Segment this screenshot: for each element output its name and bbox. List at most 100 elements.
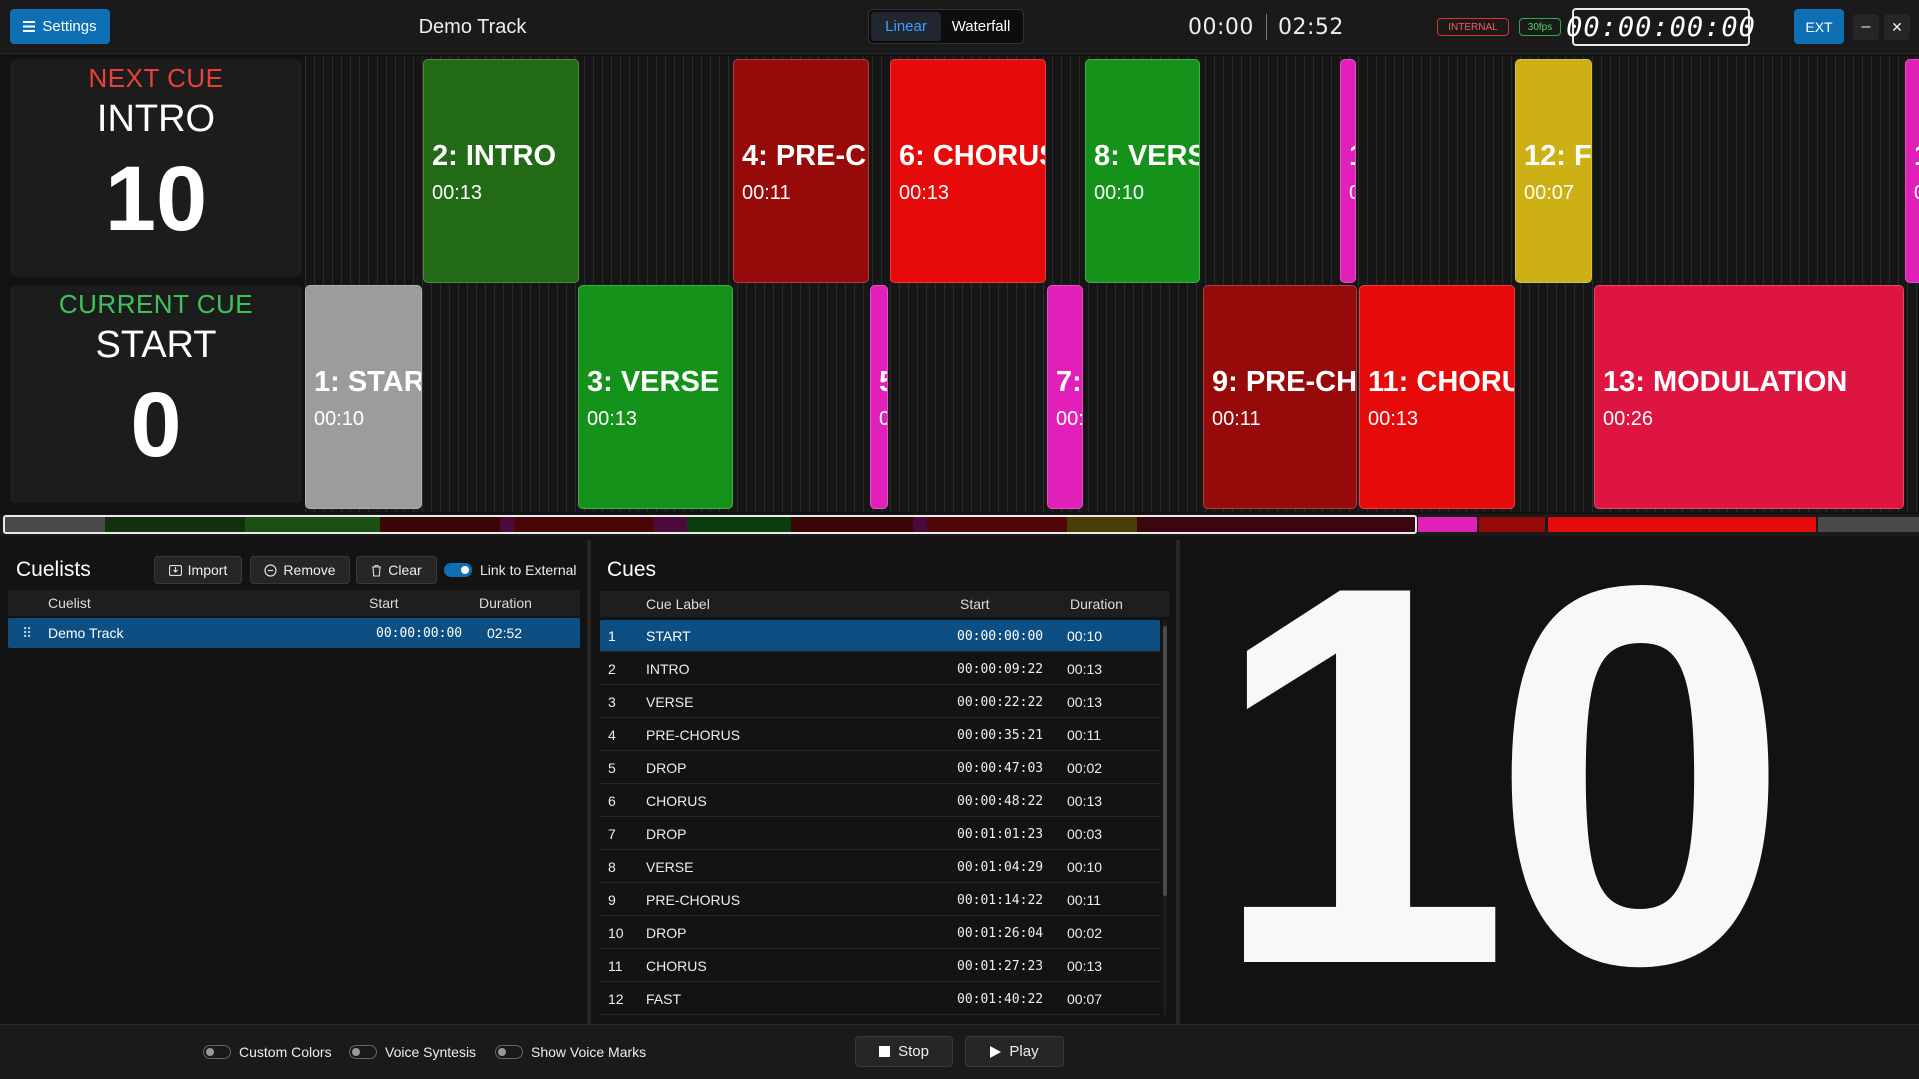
current-cue-name: START xyxy=(95,324,217,366)
timeline-cue-duration: 00:10 xyxy=(1094,182,1145,204)
timeline-cue-block[interactable]: 8: VERSE 00:10 xyxy=(1085,59,1200,283)
cue-row[interactable]: 7 DROP 00:01:01:23 00:03 xyxy=(600,818,1160,850)
stop-icon xyxy=(879,1046,891,1057)
timeline-cue-title: 6: CHORUS xyxy=(899,140,1046,172)
timeline-cue-block[interactable]: 10: DROP 00:02 xyxy=(1340,59,1356,283)
remove-circle-icon xyxy=(264,563,278,577)
timeline-cue-duration: 00:10 xyxy=(314,408,365,430)
link-toggle-switch[interactable] xyxy=(444,563,472,577)
next-cue-label: NEXT CUE xyxy=(88,63,224,93)
cue-duration: 00:13 xyxy=(1067,958,1103,974)
close-button[interactable]: ✕ xyxy=(1884,14,1910,40)
cue-row[interactable]: 9 PRE-CHORUS 00:01:14:22 00:11 xyxy=(600,884,1160,916)
timeline-cue-block[interactable]: 4: PRE-CHORUS 00:11 xyxy=(733,59,869,283)
top-bar: Settings Demo Track Linear Waterfall 00:… xyxy=(0,0,1919,54)
cue-start: 00:01:14:22 xyxy=(957,892,1044,908)
total-time: 02:52 xyxy=(1278,14,1344,40)
show-voice-marks-toggle[interactable]: Show Voice Marks xyxy=(495,1041,646,1063)
cues-table-header: Cue Label Start Duration xyxy=(600,591,1170,617)
timeline-cue-title: 9: PRE-CHORUS xyxy=(1212,366,1357,398)
cue-duration: 00:10 xyxy=(1067,859,1103,875)
cue-row[interactable]: 4 PRE-CHORUS 00:00:35:21 00:11 xyxy=(600,719,1160,751)
cue-row[interactable]: 2 INTRO 00:00:09:22 00:13 xyxy=(600,653,1160,685)
timeline-cue-block[interactable]: 1: START 00:10 xyxy=(305,285,422,509)
stop-button[interactable]: Stop xyxy=(855,1036,953,1067)
custom-colors-toggle[interactable]: Custom Colors xyxy=(203,1041,332,1063)
cue-label: DROP xyxy=(646,925,687,941)
view-mode-switch: Linear Waterfall xyxy=(868,9,1024,44)
timecode-display: 00:00:00:00 xyxy=(1566,8,1755,46)
cue-start: 00:00:09:22 xyxy=(957,661,1044,677)
play-icon xyxy=(990,1045,1002,1058)
cue-row[interactable]: 6 CHORUS 00:00:48:22 00:13 xyxy=(600,785,1160,817)
cue-label: VERSE xyxy=(646,694,694,710)
current-cue-label: CURRENT CUE xyxy=(58,289,254,319)
cue-duration: 00:13 xyxy=(1067,661,1103,677)
fps-badge[interactable]: 30fps xyxy=(1519,18,1561,36)
next-cue-countdown: 10 xyxy=(104,148,208,250)
cue-row[interactable]: 1 START 00:00:00:00 00:10 xyxy=(600,620,1160,652)
timeline-cue-block[interactable]: 6: CHORUS 00:13 xyxy=(890,59,1046,283)
cue-duration: 00:11 xyxy=(1067,727,1101,743)
timeline-cue-title: 8: VERSE xyxy=(1094,140,1199,172)
minimize-button[interactable]: – xyxy=(1853,14,1879,40)
timeline[interactable]: 2: INTRO 00:13 4: PRE-CHORUS 00:11 6: CHORUS… xyxy=(305,56,1919,512)
timeline-cue-duration: 00:07 xyxy=(1524,182,1575,204)
clear-button[interactable]: Clear xyxy=(356,556,437,584)
cue-number: 12 xyxy=(608,991,624,1007)
cue-start: 00:01:26:04 xyxy=(957,925,1044,941)
cuelist-row[interactable]: ⠿ Demo Track 00:00:00:00 02:52 xyxy=(8,618,580,648)
link-to-external-toggle[interactable]: Link to External xyxy=(444,556,577,584)
mode-waterfall-button[interactable]: Waterfall xyxy=(941,12,1021,41)
source-badge[interactable]: INTERNAL xyxy=(1437,18,1509,36)
timeline-cue-block[interactable]: 3: VERSE 00:13 xyxy=(578,285,733,509)
track-title: Demo Track xyxy=(418,15,527,38)
remove-button[interactable]: Remove xyxy=(250,556,350,584)
cue-label: VERSE xyxy=(646,859,694,875)
minimap-segment xyxy=(1818,517,1919,532)
timeline-cue-title: 4: PRE-CHORUS xyxy=(742,140,868,172)
cue-row[interactable]: 3 VERSE 00:00:22:22 00:13 xyxy=(600,686,1160,718)
clear-label: Clear xyxy=(388,562,422,578)
cue-row[interactable]: 8 VERSE 00:01:04:29 00:10 xyxy=(600,851,1160,883)
timeline-cue-title: 7: DROP xyxy=(1056,366,1082,398)
hamburger-menu-icon xyxy=(23,21,36,32)
cue-row[interactable]: 11 CHORUS 00:01:27:23 00:13 xyxy=(600,950,1160,982)
cue-number: 1 xyxy=(608,628,616,644)
timeline-cue-block[interactable]: 5: DROP 00:02 xyxy=(870,285,888,509)
current-cue-panel: CURRENT CUE START 0 xyxy=(10,285,302,503)
cues-scrollbar-thumb[interactable] xyxy=(1163,626,1167,896)
ext-button[interactable]: EXT xyxy=(1794,9,1844,44)
timeline-cue-block[interactable]: 12: FAST 00:07 xyxy=(1515,59,1592,283)
cue-number: 9 xyxy=(608,892,616,908)
big-countdown-number: 10 xyxy=(1210,474,1791,1077)
cue-duration: 00:13 xyxy=(1067,694,1103,710)
stop-label: Stop xyxy=(898,1043,929,1060)
timeline-cue-block[interactable]: 7: DROP 00:03 xyxy=(1047,285,1083,509)
mode-linear-button[interactable]: Linear xyxy=(871,12,941,41)
cue-row[interactable]: 12 FAST 00:01:40:22 00:07 xyxy=(600,983,1160,1015)
close-icon: ✕ xyxy=(1891,18,1903,35)
timeline-cue-block[interactable]: 2: INTRO 00:13 xyxy=(423,59,579,283)
settings-button[interactable]: Settings xyxy=(10,9,110,44)
column-cuelist: Cuelist xyxy=(48,595,91,611)
current-cue-number: 0 xyxy=(130,374,182,476)
cue-row[interactable]: 10 DROP 00:01:26:04 00:02 xyxy=(600,917,1160,949)
voice-synthesis-switch[interactable] xyxy=(349,1045,377,1059)
drag-handle-icon[interactable]: ⠿ xyxy=(22,618,32,648)
voice-synthesis-toggle[interactable]: Voice Syntesis xyxy=(349,1041,476,1063)
timeline-cue-block[interactable]: 1400 xyxy=(1905,59,1919,283)
cue-duration: 00:02 xyxy=(1067,760,1103,776)
cue-duration: 00:10 xyxy=(1067,628,1103,644)
minimap-viewport[interactable] xyxy=(3,515,1417,534)
cue-label: PRE-CHORUS xyxy=(646,727,741,743)
cue-duration: 00:13 xyxy=(1067,793,1103,809)
cue-label: INTRO xyxy=(646,661,690,677)
import-button[interactable]: Import xyxy=(154,556,242,584)
cue-label: DROP xyxy=(646,826,687,842)
play-button[interactable]: Play xyxy=(965,1036,1064,1067)
show-voice-marks-switch[interactable] xyxy=(495,1045,523,1059)
custom-colors-switch[interactable] xyxy=(203,1045,231,1059)
cue-row[interactable]: 5 DROP 00:00:47:03 00:02 xyxy=(600,752,1160,784)
cue-number: 5 xyxy=(608,760,616,776)
